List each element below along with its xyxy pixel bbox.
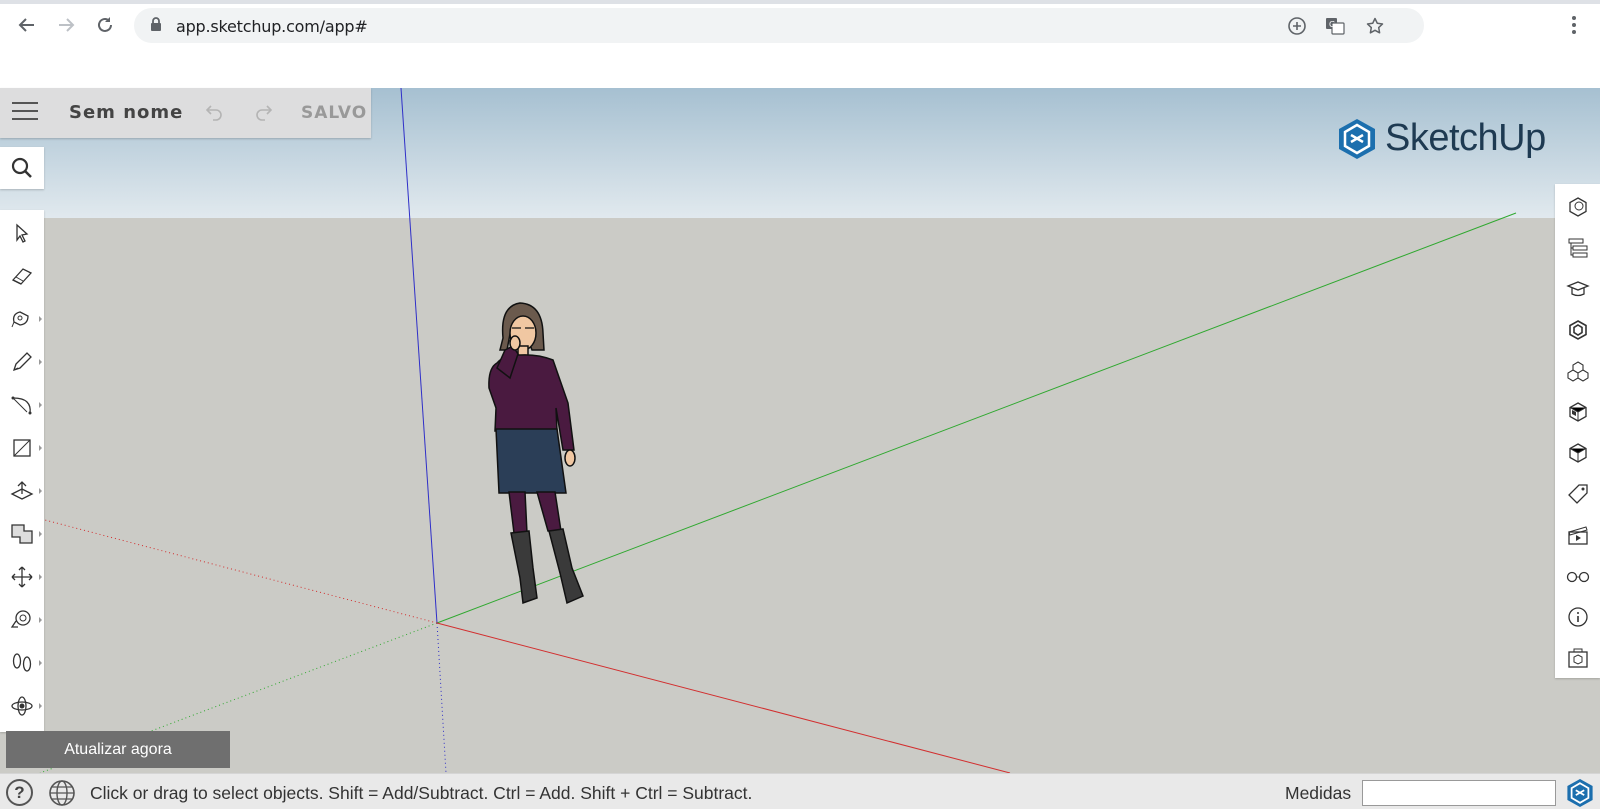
reload-button[interactable] (90, 10, 120, 40)
update-now-button[interactable]: Atualizar agora (6, 731, 230, 768)
info-icon (1567, 606, 1588, 627)
styles-icon (1568, 401, 1587, 422)
forward-button[interactable] (51, 10, 81, 40)
outliner-icon (1568, 238, 1587, 257)
tool-tape-measure[interactable] (0, 599, 44, 641)
entity-info-icon (1568, 196, 1587, 217)
person-figure (488, 302, 584, 605)
tool-pencil[interactable] (0, 341, 44, 383)
panel-shadows[interactable] (1555, 555, 1600, 596)
sketchup-logo: SketchUp (1337, 117, 1546, 160)
reload-icon (98, 17, 112, 32)
star-icon (1366, 17, 1384, 34)
measurements-input[interactable] (1362, 780, 1556, 806)
tool-rectangle[interactable] (0, 427, 44, 469)
panel-3d-warehouse[interactable] (1555, 637, 1600, 678)
url-text[interactable]: app.sketchup.com/app# (176, 17, 368, 36)
display-icon (1568, 442, 1587, 463)
tool-select[interactable] (0, 212, 44, 254)
panel-scenes[interactable] (1555, 514, 1600, 555)
tool-orbit[interactable] (0, 685, 44, 727)
scene (39, 88, 1517, 773)
rectangle-icon (13, 439, 31, 457)
kebab-menu-icon (1572, 16, 1576, 34)
select-arrow-icon (16, 223, 29, 243)
glasses-icon (1566, 571, 1589, 582)
left-toolbar (0, 210, 44, 732)
graduation-cap-icon (1565, 280, 1590, 296)
translate-button[interactable]: G (1324, 15, 1346, 37)
materials-icon (1566, 360, 1589, 382)
tool-arc[interactable] (0, 384, 44, 426)
eraser-icon (11, 268, 33, 285)
tabstrip-edge (0, 0, 1600, 4)
right-panel-toolbar (1555, 184, 1600, 678)
hamburger-menu-icon[interactable] (12, 102, 38, 124)
tool-move[interactable] (0, 556, 44, 598)
help-icon[interactable]: ? (6, 779, 33, 806)
tag-icon (1567, 483, 1588, 504)
undo-icon (205, 105, 222, 121)
tool-paint-bucket[interactable] (0, 298, 44, 340)
browser-toolbar: app.sketchup.com/app# G (0, 0, 1600, 88)
undo-button[interactable] (204, 102, 224, 128)
sketchup-logo-icon (1339, 118, 1375, 159)
panel-display[interactable] (1555, 432, 1600, 473)
back-button[interactable] (12, 10, 42, 40)
panel-outliner[interactable] (1555, 227, 1600, 268)
translate-icon: G (1326, 18, 1345, 35)
orbit-icon (11, 696, 33, 716)
red-axis (436, 622, 1011, 773)
tool-walk[interactable] (0, 642, 44, 684)
offset-icon (11, 524, 33, 544)
status-bar: ? Click or drag to select objects. Shift… (0, 773, 1600, 809)
clapperboard-icon (1567, 525, 1588, 545)
sketchup-small-logo-icon (1567, 779, 1593, 807)
blue-axis (400, 88, 438, 624)
panel-entity-info[interactable] (1555, 186, 1600, 227)
footprints-icon (12, 653, 32, 672)
redo-icon (256, 105, 273, 121)
panel-tags[interactable] (1555, 473, 1600, 514)
status-hint-text: Click or drag to select objects. Shift =… (90, 783, 753, 803)
install-app-button[interactable] (1286, 15, 1308, 37)
red-axis-dotted (44, 519, 438, 624)
panel-components[interactable] (1555, 309, 1600, 350)
search-icon (11, 157, 32, 178)
modeling-viewport[interactable] (0, 88, 1600, 773)
panel-instructor[interactable] (1555, 268, 1600, 309)
svg-text:G: G (1329, 20, 1335, 29)
measurements-label: Medidas (1285, 783, 1352, 803)
browser-menu-button[interactable] (1564, 12, 1584, 38)
forward-arrow-icon (59, 18, 75, 32)
move-icon (11, 566, 33, 588)
file-name[interactable]: Sem nome (69, 102, 183, 123)
back-arrow-icon (18, 18, 34, 32)
panel-materials[interactable] (1555, 350, 1600, 391)
plus-circle-icon (1288, 17, 1306, 35)
blue-axis-dotted (436, 622, 447, 773)
tape-measure-icon (10, 610, 31, 628)
address-bar[interactable]: app.sketchup.com/app# G (134, 8, 1424, 43)
bookmark-button[interactable] (1364, 15, 1386, 37)
green-axis (436, 212, 1517, 624)
paint-bucket-icon (11, 311, 29, 328)
tool-offset[interactable] (0, 513, 44, 555)
pencil-icon (12, 352, 32, 372)
lock-icon (151, 17, 161, 31)
tool-eraser[interactable] (0, 255, 44, 297)
components-icon (1568, 319, 1587, 340)
arc-icon (11, 396, 32, 415)
redo-button[interactable] (254, 102, 274, 128)
logo-text: SketchUp (1385, 117, 1546, 159)
globe-icon[interactable] (48, 779, 76, 807)
file-bar: Sem nome SALVO (0, 88, 371, 138)
push-pull-icon (10, 481, 34, 500)
tool-push-pull[interactable] (0, 470, 44, 512)
save-status: SALVO (301, 103, 368, 123)
search-button[interactable] (0, 147, 44, 189)
warehouse-icon (1567, 648, 1588, 668)
panel-model-info[interactable] (1555, 596, 1600, 637)
panel-styles[interactable] (1555, 391, 1600, 432)
